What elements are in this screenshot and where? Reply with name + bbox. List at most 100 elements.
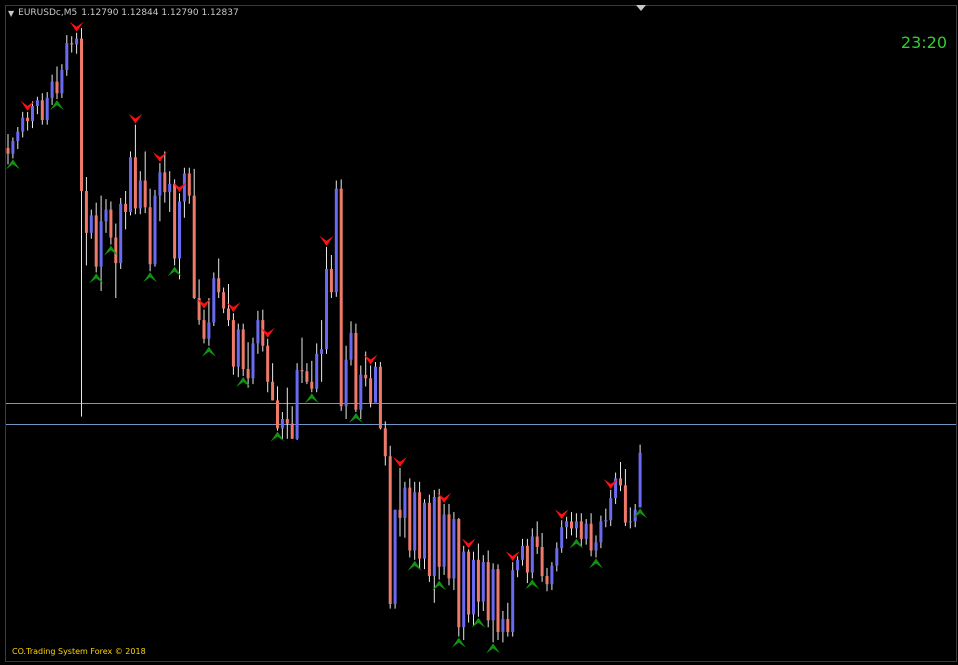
- candle-body: [236, 329, 240, 367]
- candle-body: [413, 492, 417, 551]
- candle-body: [6, 147, 10, 154]
- candle-body: [192, 195, 196, 299]
- candle-body: [570, 521, 573, 529]
- candle-body: [305, 371, 309, 382]
- candle: [251, 337, 255, 385]
- candle-body: [315, 353, 319, 389]
- candle-body: [21, 117, 25, 132]
- candle: [638, 444, 642, 508]
- candle: [437, 488, 441, 580]
- candle-body: [124, 203, 128, 212]
- candle-body: [45, 97, 49, 121]
- chart-header: ▼ EURUSDc,M5 1.12790 1.12844 1.12790 1.1…: [8, 8, 239, 18]
- candle-body: [369, 378, 373, 403]
- candle-body: [545, 576, 549, 585]
- candle: [212, 272, 216, 326]
- candle: [339, 179, 343, 411]
- candle-body: [447, 514, 451, 579]
- collapse-triangle-icon[interactable]: ▼: [8, 9, 14, 18]
- candle: [378, 362, 382, 430]
- candle: [374, 362, 377, 403]
- candle-body: [511, 570, 515, 632]
- candle-body: [310, 381, 314, 389]
- candle-body: [393, 509, 397, 604]
- candle-body: [143, 180, 147, 208]
- candle: [447, 503, 451, 586]
- candle-body: [339, 188, 343, 407]
- candle-body: [104, 209, 108, 222]
- candle-body: [31, 106, 34, 122]
- price-chart[interactable]: [0, 0, 958, 665]
- candle-body: [231, 320, 235, 367]
- candle-body: [271, 381, 275, 401]
- candle-body: [364, 374, 368, 379]
- candle: [334, 180, 338, 297]
- candle-body: [70, 43, 74, 45]
- candle: [388, 445, 392, 609]
- candle-body: [374, 366, 377, 403]
- candle-body: [476, 559, 480, 602]
- candle-body: [80, 38, 83, 191]
- candle-body: [329, 268, 333, 293]
- candle-body: [530, 536, 534, 573]
- candle-body: [427, 502, 431, 577]
- symbol-label: EURUSDc,M5: [18, 8, 78, 18]
- candle: [231, 313, 235, 375]
- candle-body: [212, 278, 216, 323]
- candle-body: [207, 322, 211, 339]
- candle: [442, 503, 446, 575]
- candle-body: [114, 237, 118, 264]
- candle: [511, 562, 515, 637]
- candle-body: [227, 308, 230, 321]
- candle-body: [261, 320, 265, 346]
- candle-body: [452, 519, 456, 579]
- candle-body: [442, 514, 446, 567]
- candle-body: [589, 523, 593, 551]
- candle-body: [516, 559, 520, 571]
- candle: [241, 323, 245, 376]
- candle-body: [579, 521, 583, 539]
- candle-body: [628, 521, 632, 523]
- candle-body: [535, 536, 539, 547]
- candle-body: [158, 172, 162, 196]
- candle-body: [246, 368, 250, 379]
- candle-body: [344, 359, 348, 407]
- candle: [119, 197, 123, 269]
- candle-body: [501, 619, 505, 632]
- candle-body: [187, 173, 191, 196]
- candle-body: [50, 81, 54, 98]
- candle-body: [486, 562, 490, 621]
- candle-body: [594, 542, 598, 551]
- candle: [418, 481, 422, 570]
- candle-body: [251, 343, 255, 379]
- candle-body: [623, 485, 627, 523]
- candle-body: [525, 545, 529, 573]
- candle-body: [65, 43, 69, 70]
- candle-body: [222, 292, 226, 309]
- candle-body: [457, 519, 461, 628]
- candle-body: [148, 207, 152, 265]
- candle: [354, 323, 358, 413]
- chart-shift-marker-icon[interactable]: [636, 5, 646, 11]
- candle-body: [609, 498, 613, 521]
- candle-body: [584, 523, 588, 539]
- candle-body: [349, 332, 353, 360]
- candle: [457, 517, 461, 637]
- candle-body: [388, 456, 392, 604]
- candle-body: [217, 278, 221, 293]
- candle-body: [521, 545, 524, 560]
- candle: [452, 512, 456, 591]
- candle-body: [565, 521, 569, 528]
- candle: [427, 494, 431, 582]
- candle-body: [109, 209, 113, 238]
- candle-body: [26, 117, 30, 122]
- candle-body: [506, 619, 510, 632]
- candle-body: [153, 195, 157, 265]
- candle-body: [133, 157, 137, 209]
- candle-body: [11, 140, 15, 154]
- candle-body: [276, 400, 279, 429]
- candle-body: [378, 366, 382, 429]
- candle: [153, 189, 157, 267]
- candle-body: [89, 215, 93, 233]
- candle: [462, 545, 466, 641]
